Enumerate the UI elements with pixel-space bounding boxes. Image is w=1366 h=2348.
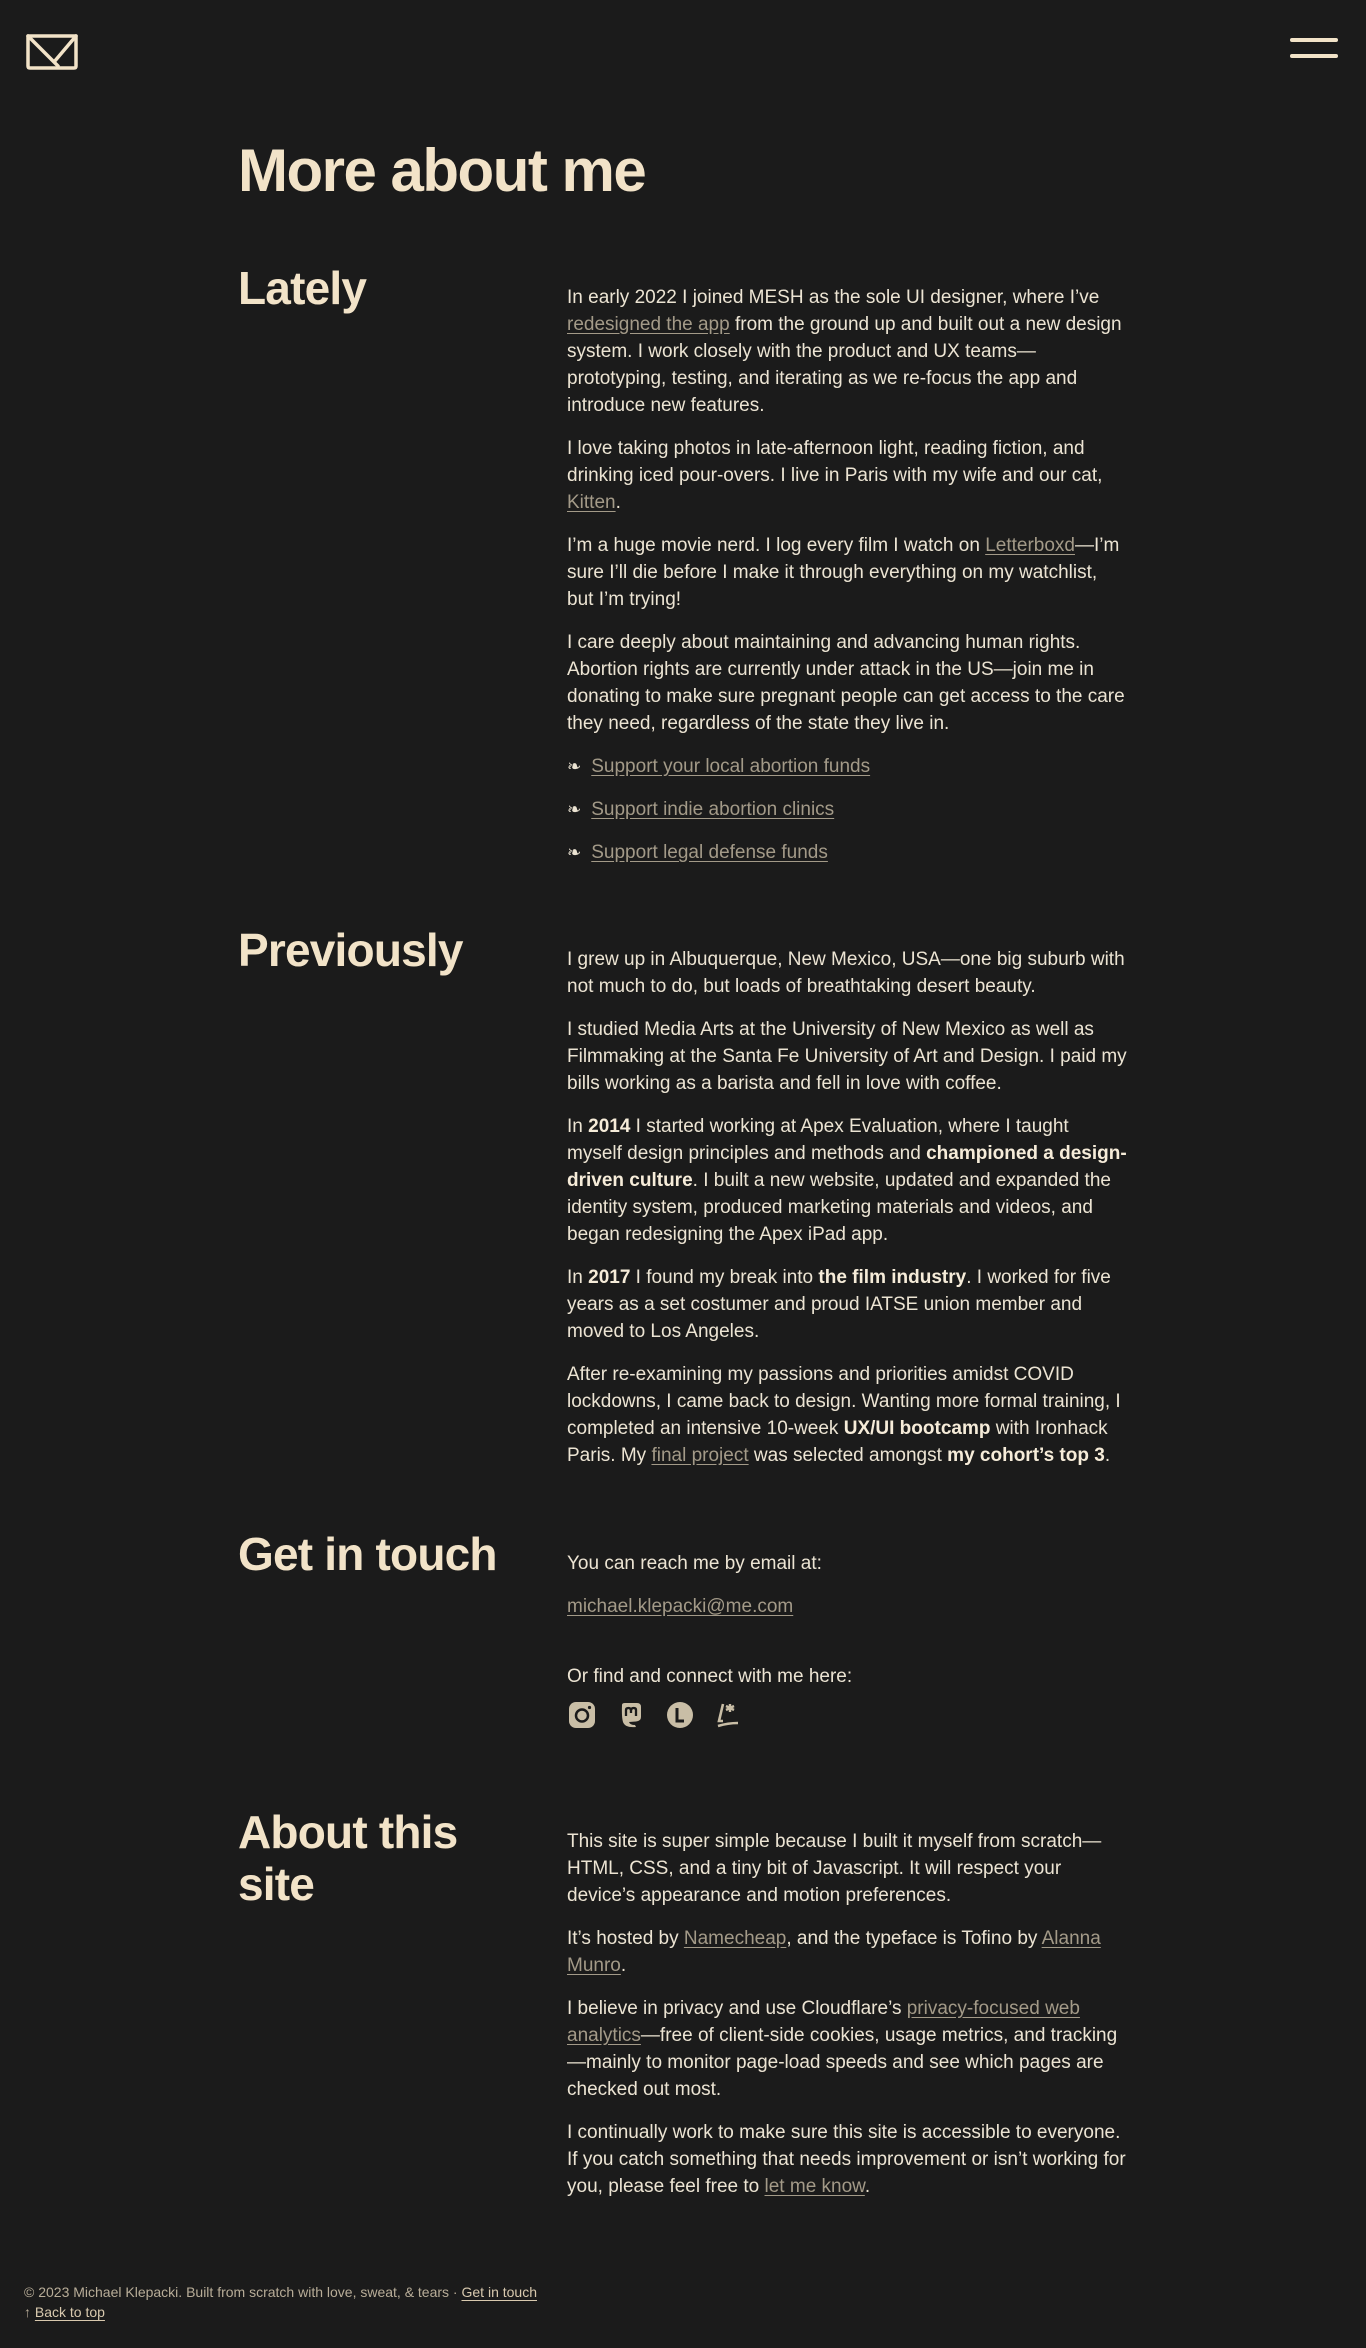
paragraph: In 2014 I started working at Apex Evalua… (567, 1116, 1127, 1245)
fleuron-bullet-icon: ❧ (567, 800, 582, 819)
section-heading-contact: Get in touch (238, 1528, 498, 1580)
hamburger-menu-icon[interactable] (1290, 38, 1338, 66)
envelope-logo-icon[interactable] (24, 32, 80, 72)
paragraph: I grew up in Albuquerque, New Mexico, US… (567, 949, 1125, 997)
email-intro: You can reach me by email at: (567, 1553, 822, 1574)
fleuron-bullet-icon: ❧ (567, 757, 582, 776)
list-item: ❧ Support legal defense funds (567, 839, 1127, 866)
footer-contact-link[interactable]: Get in touch (462, 2284, 538, 2300)
instagram-icon[interactable] (567, 1700, 596, 1729)
social-links (567, 1700, 1127, 1729)
paragraph: I believe in privacy and use Cloudflare’… (567, 1998, 1118, 2100)
footer-line: ↑ Back to top (24, 2302, 537, 2322)
redesigned-app-link[interactable]: redesigned the app (567, 314, 730, 335)
final-project-link[interactable]: final project (651, 1445, 748, 1466)
paragraph: In 2017 I found my break into the film i… (567, 1267, 1111, 1342)
paragraph: I love taking photos in late-afternoon l… (567, 438, 1103, 513)
section-heading-previously: Previously (238, 924, 463, 976)
mastodon-icon[interactable] (616, 1700, 645, 1729)
footer-line: © 2023 Michael Klepacki. Built from scra… (24, 2284, 538, 2300)
contact-body: You can reach me by email at: michael.kl… (567, 1550, 1127, 1729)
previously-body: I grew up in Albuquerque, New Mexico, US… (567, 946, 1127, 1485)
letterboxd-link[interactable]: Letterboxd (985, 535, 1075, 556)
paragraph: I care deeply about maintaining and adva… (567, 632, 1125, 734)
letterboxd-icon[interactable] (665, 1700, 694, 1729)
page-title: More about me (238, 137, 647, 204)
kitten-link[interactable]: Kitten (567, 492, 616, 513)
paragraph: I studied Media Arts at the University o… (567, 1019, 1127, 1094)
paragraph: This site is super simple because I buil… (567, 1831, 1102, 1906)
let-me-know-link[interactable]: let me know (765, 2176, 865, 2197)
footer: © 2023 Michael Klepacki. Built from scra… (24, 2282, 537, 2322)
abortion-clinics-link[interactable]: Support indie abortion clinics (591, 796, 834, 823)
read-cv-icon[interactable] (714, 1700, 743, 1729)
paragraph: It’s hosted by Namecheap, and the typefa… (567, 1928, 1101, 1976)
paragraph: I’m a huge movie nerd. I log every film … (567, 535, 1120, 610)
up-arrow-icon: ↑ (24, 2304, 35, 2320)
copyright-text: © 2023 Michael Klepacki. Built from scra… (24, 2284, 450, 2300)
namecheap-link[interactable]: Namecheap (684, 1928, 786, 1949)
lately-body: In early 2022 I joined MESH as the sole … (567, 284, 1127, 882)
section-heading-lately: Lately (238, 262, 367, 314)
abortion-funds-link[interactable]: Support your local abortion funds (591, 753, 870, 780)
paragraph: After re-examining my passions and prior… (567, 1364, 1121, 1466)
legal-defense-link[interactable]: Support legal defense funds (591, 839, 828, 866)
paragraph: In early 2022 I joined MESH as the sole … (567, 287, 1122, 416)
back-to-top-link[interactable]: Back to top (35, 2304, 105, 2320)
section-heading-about: About this site (238, 1806, 458, 1910)
list-item: ❧ Support indie abortion clinics (567, 796, 1127, 823)
social-intro: Or find and connect with me here: (567, 1666, 853, 1687)
fleuron-bullet-icon: ❧ (567, 843, 582, 862)
list-item: ❧ Support your local abortion funds (567, 753, 1127, 780)
email-link[interactable]: michael.klepacki@me.com (567, 1596, 793, 1617)
paragraph: I continually work to make sure this sit… (567, 2122, 1126, 2197)
about-body: This site is super simple because I buil… (567, 1828, 1127, 2216)
